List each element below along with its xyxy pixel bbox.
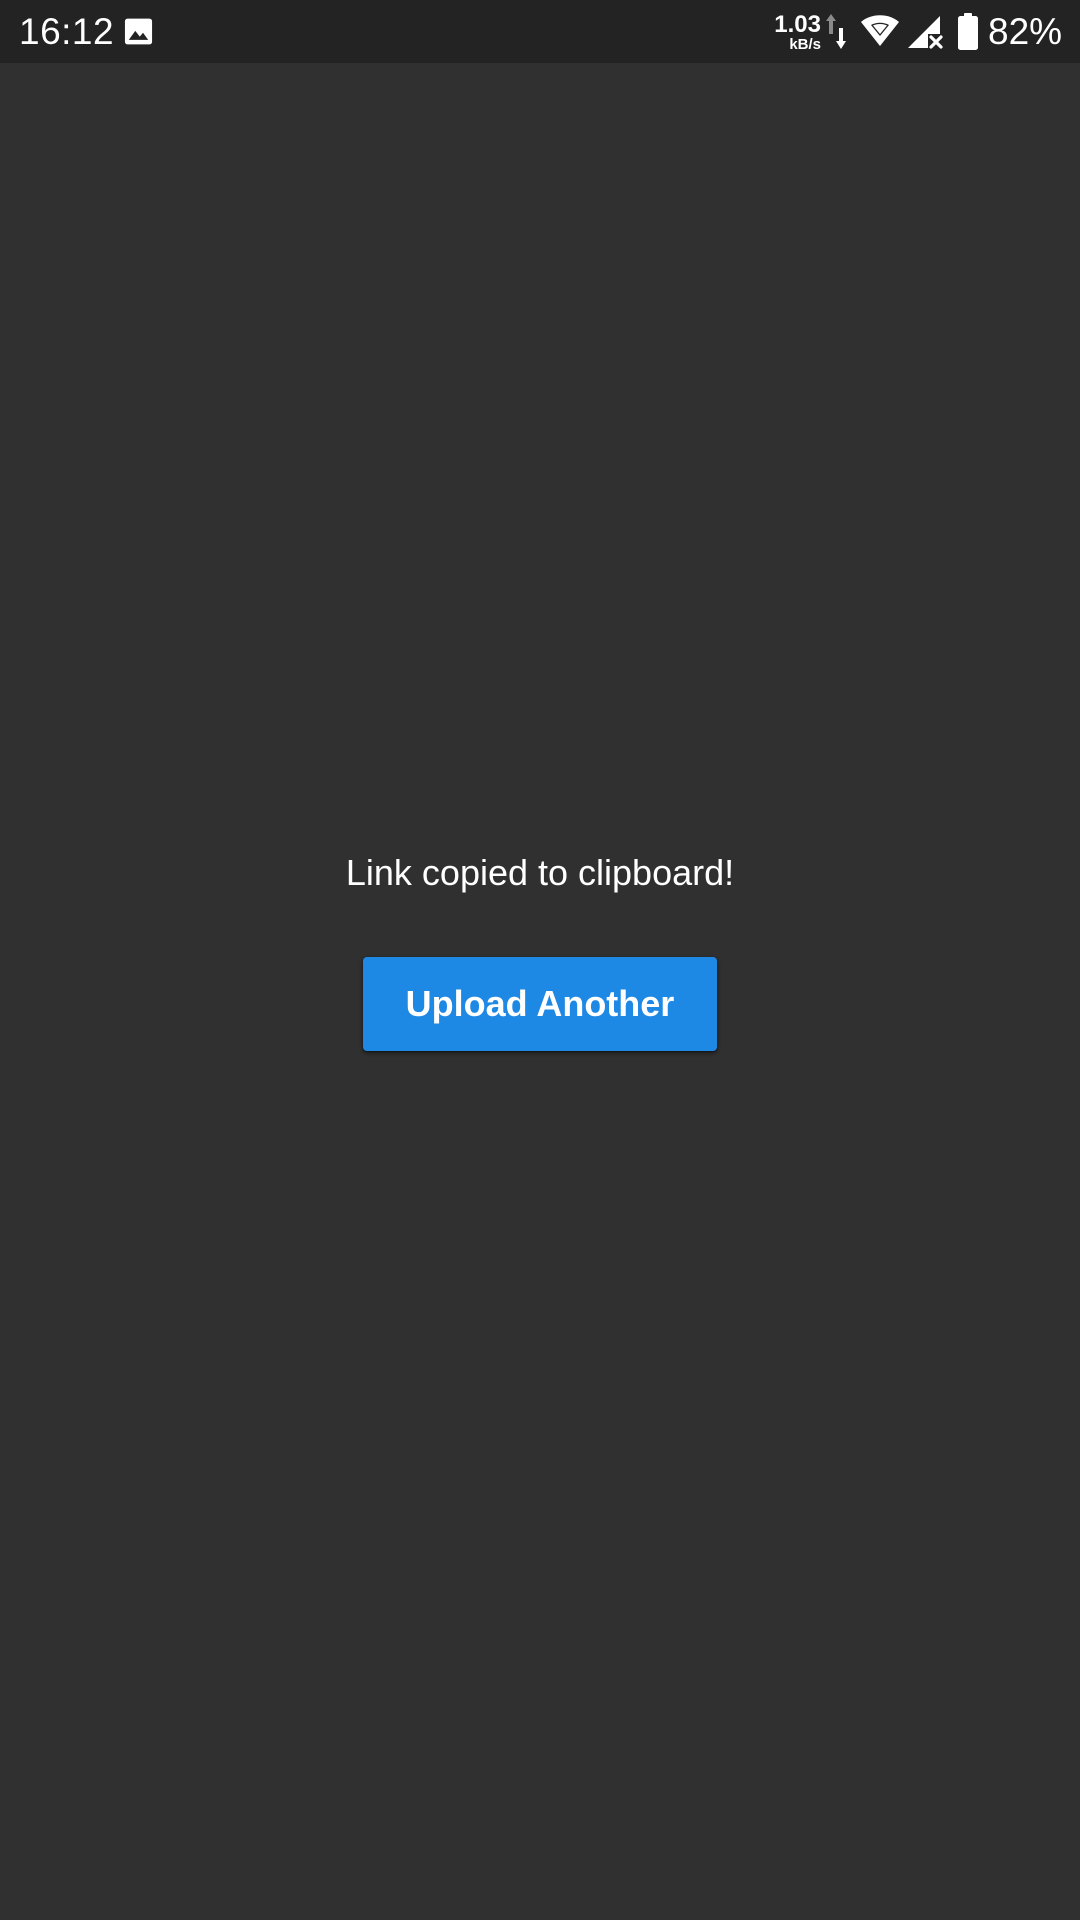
main-content: Link copied to clipboard! Upload Another bbox=[0, 63, 1080, 1920]
image-notification-icon bbox=[124, 18, 153, 45]
wifi-icon bbox=[861, 15, 899, 46]
network-speed-unit: kB/s bbox=[789, 36, 821, 53]
battery-icon bbox=[958, 13, 978, 50]
status-time: 16:12 bbox=[19, 11, 115, 52]
status-bar: 16:12 1.03 kB/s 82% bbox=[0, 0, 1080, 63]
battery-percent: 82% bbox=[988, 11, 1063, 52]
data-up-down-icon bbox=[826, 14, 846, 49]
upload-another-button[interactable]: Upload Another bbox=[363, 957, 717, 1051]
cell-signal-no-service-icon bbox=[908, 16, 943, 49]
network-speed-value: 1.03 bbox=[774, 11, 821, 38]
confirmation-message: Link copied to clipboard! bbox=[345, 852, 735, 893]
network-speed: 1.03 kB/s bbox=[769, 13, 821, 53]
